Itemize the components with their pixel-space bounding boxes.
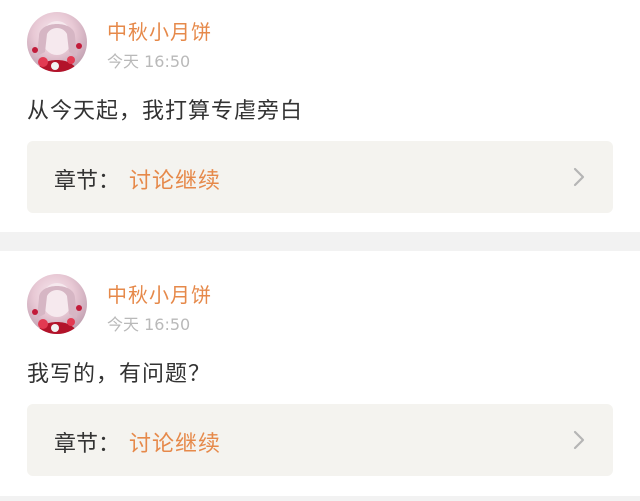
chapter-link[interactable]: 章节： 讨论继续 (27, 404, 613, 476)
post-message: 从今天起，我打算专虐旁白 (27, 99, 304, 124)
avatar[interactable] (27, 274, 87, 334)
post-card: 中秋小月饼 今天 16:50 从今天起，我打算专虐旁白 章节： 讨论继续 (0, 0, 640, 232)
chapter-prefix: 章节： (54, 432, 121, 457)
chapter-prefix: 章节： (54, 169, 121, 194)
post-card: 中秋小月饼 今天 16:50 我写的，有问题？ 章节： 讨论继续 (0, 251, 640, 496)
chevron-right-icon (573, 430, 585, 450)
avatar[interactable] (27, 12, 87, 72)
post-time: 今天 16:50 (107, 52, 191, 71)
chapter-link[interactable]: 章节： 讨论继续 (27, 141, 613, 213)
username[interactable]: 中秋小月饼 (107, 16, 212, 45)
username[interactable]: 中秋小月饼 (107, 279, 212, 308)
post-time: 今天 16:50 (107, 315, 191, 334)
chapter-title: 讨论继续 (129, 432, 222, 457)
chapter-title: 讨论继续 (129, 169, 222, 194)
avatar-image (32, 283, 82, 334)
chevron-right-icon (573, 167, 585, 187)
post-message: 我写的，有问题？ (27, 362, 212, 387)
avatar-image (32, 21, 82, 72)
